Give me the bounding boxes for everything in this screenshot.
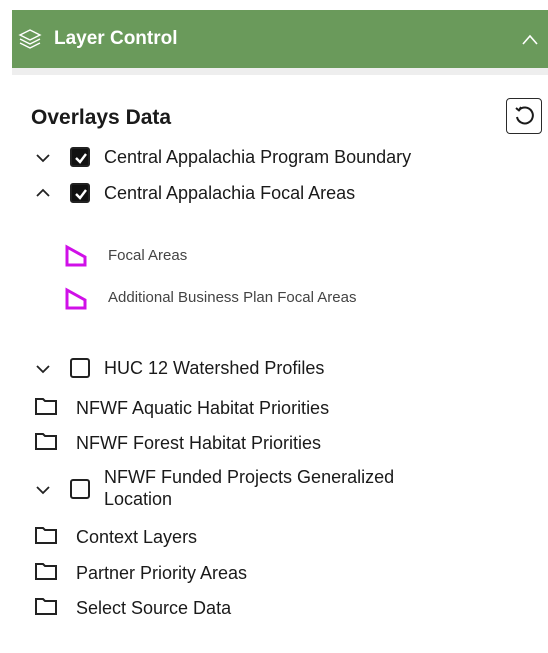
chevron-down-icon[interactable] (34, 481, 52, 499)
folder-icon[interactable] (34, 431, 58, 451)
panel-title: Layer Control (54, 28, 178, 49)
folder-icon[interactable] (34, 525, 58, 545)
folder-icon[interactable] (34, 596, 58, 616)
layer-label: Central Appalachia Program Boundary (104, 147, 412, 167)
chevron-down-icon[interactable] (34, 149, 52, 167)
layer-label: NFWF Forest Habitat Priorities (76, 433, 322, 453)
folder-icon[interactable] (34, 396, 58, 416)
chevron-up-icon[interactable] (520, 30, 540, 50)
layer-label: Context Layers (76, 527, 198, 547)
header-divider (12, 68, 548, 75)
checkbox-funded-projects[interactable] (70, 479, 90, 499)
reset-icon (515, 106, 534, 125)
checkbox-focal-areas[interactable] (70, 183, 90, 203)
layer-label: Central Appalachia Focal Areas (104, 183, 356, 203)
layer-label-line1: NFWF Funded Projects Generalized (104, 467, 395, 487)
legend-label: Focal Areas (108, 247, 188, 264)
checkbox-huc12[interactable] (70, 358, 90, 378)
chevron-up-icon[interactable] (34, 184, 52, 202)
reset-button[interactable] (506, 98, 542, 134)
layers-icon (18, 29, 42, 49)
polygon-legend-icon (65, 244, 87, 267)
layer-label: NFWF Aquatic Habitat Priorities (76, 398, 330, 418)
polygon-legend-icon (65, 287, 87, 310)
folder-icon[interactable] (34, 561, 58, 581)
layer-control-header[interactable]: Layer Control (12, 10, 548, 68)
chevron-down-icon[interactable] (34, 360, 52, 378)
legend-label: Additional Business Plan Focal Areas (108, 289, 357, 306)
layer-label: HUC 12 Watershed Profiles (104, 358, 325, 378)
layer-label: Partner Priority Areas (76, 563, 248, 583)
overlays-title: Overlays Data (31, 106, 172, 129)
layer-label-line2: Location (104, 489, 173, 509)
checkbox-program-boundary[interactable] (70, 147, 90, 167)
layer-label: Select Source Data (76, 598, 232, 618)
